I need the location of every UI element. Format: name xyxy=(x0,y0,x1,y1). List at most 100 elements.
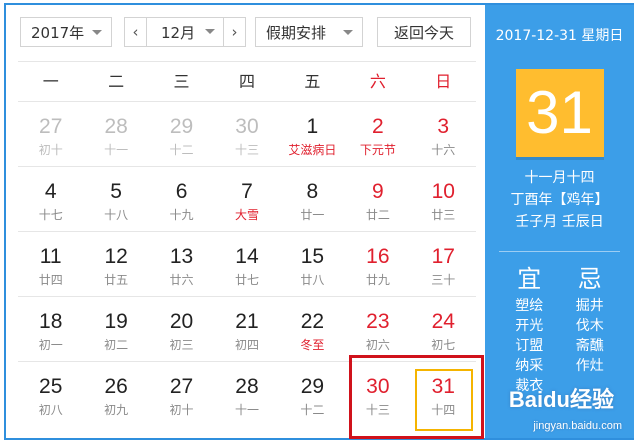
next-month-button[interactable]: › xyxy=(223,18,245,46)
day-number: 26 xyxy=(104,375,128,398)
day-cell[interactable]: 1 艾滋病日 xyxy=(280,102,345,166)
festival-label: 冬至 xyxy=(300,338,325,352)
lunar-day-label: 初三 xyxy=(169,338,194,352)
day-number: 7 xyxy=(241,180,253,203)
day-cell[interactable]: 30 十三 xyxy=(214,102,279,166)
day-cell[interactable]: 12 廿五 xyxy=(83,232,148,296)
day-cell[interactable]: 10 廿三 xyxy=(411,167,476,231)
day-number: 25 xyxy=(39,375,63,398)
yi-heading: 宜 xyxy=(517,265,542,293)
day-cell[interactable]: 26 初九 xyxy=(83,362,148,426)
calendar-widget: 2017年 ‹ 12月 › 假期安排 返回今天 一 二 三 四 五 六 日 27… xyxy=(4,3,634,440)
festival-label: 下元节 xyxy=(359,143,396,157)
day-cell[interactable]: 8 廿一 xyxy=(280,167,345,231)
day-number: 21 xyxy=(235,310,259,333)
ji-item: 斋醮 xyxy=(575,338,604,354)
day-cell[interactable]: 27 初十 xyxy=(18,102,83,166)
weekday-label: 二 xyxy=(108,72,125,91)
day-cell[interactable]: 4 十七 xyxy=(18,167,83,231)
week-row: 18 初一 19 初二 20 初三 21 初四 22 冬至 23 初六 24 初七 xyxy=(18,296,476,361)
day-number: 13 xyxy=(169,245,194,268)
day-cell[interactable]: 25 初八 xyxy=(18,362,83,426)
day-cell[interactable]: 29 十二 xyxy=(149,102,214,166)
day-cell[interactable]: 3 十六 xyxy=(411,102,476,166)
month-select-value: 12月 xyxy=(161,23,196,42)
day-cell[interactable]: 15 廿八 xyxy=(280,232,345,296)
day-number: 4 xyxy=(44,180,57,203)
ji-column: 忌 掘井 伐木 斋醮 作灶 xyxy=(565,262,615,396)
weekday-label: 三 xyxy=(173,72,190,91)
week-row: 11 廿四 12 廿五 13 廿六 14 廿七 15 廿八 16 廿九 17 三十 xyxy=(18,231,476,296)
day-cell[interactable]: 5 十八 xyxy=(83,167,148,231)
weekday-label: 一 xyxy=(42,72,59,91)
weekday-label: 四 xyxy=(238,72,255,91)
lunar-day-label: 三十 xyxy=(431,273,456,287)
day-cell[interactable]: 22 冬至 xyxy=(280,297,345,361)
prev-month-button[interactable]: ‹ xyxy=(125,18,147,46)
month-select[interactable]: 12月 xyxy=(147,18,223,46)
chevron-right-icon: › xyxy=(231,23,238,41)
day-cell[interactable]: 27 初十 xyxy=(149,362,214,426)
lunar-day-label: 廿八 xyxy=(300,273,325,287)
lunar-day-label: 十四 xyxy=(431,403,456,417)
lunar-day-label: 廿九 xyxy=(365,273,390,287)
day-cell[interactable]: 20 初三 xyxy=(149,297,214,361)
day-number: 24 xyxy=(431,310,455,333)
day-number: 15 xyxy=(300,245,325,268)
day-cell-selected[interactable]: 31 十四 xyxy=(411,362,476,431)
weekday-label: 六 xyxy=(369,72,386,91)
day-cell[interactable]: 2 下元节 xyxy=(345,102,410,166)
day-cell[interactable]: 28 十一 xyxy=(83,102,148,166)
day-cell[interactable]: 14 廿七 xyxy=(214,232,279,296)
baidu-watermark: Baidu经验 xyxy=(508,387,614,412)
day-cell[interactable]: 28 十一 xyxy=(214,362,279,426)
day-cell[interactable]: 23 初六 xyxy=(345,297,410,361)
day-cell[interactable]: 9 廿二 xyxy=(345,167,410,231)
back-to-today-button[interactable]: 返回今天 xyxy=(377,17,471,47)
yi-column: 宜 塑绘 开光 订盟 纳采 裁衣 xyxy=(504,262,554,396)
lunar-day-label: 十二 xyxy=(300,403,325,417)
holiday-select-value: 假期安排 xyxy=(266,23,327,42)
lunar-day-label: 廿七 xyxy=(234,273,259,287)
day-cell[interactable]: 16 廿九 xyxy=(345,232,410,296)
lunar-day-label: 十一 xyxy=(104,143,129,157)
day-cell[interactable]: 21 初四 xyxy=(214,297,279,361)
day-number: 14 xyxy=(235,245,259,268)
year-select[interactable]: 2017年 xyxy=(20,17,112,47)
day-cell[interactable]: 7 大雪 xyxy=(214,167,279,231)
day-cell[interactable]: 13 廿六 xyxy=(149,232,214,296)
day-cell[interactable]: 18 初一 xyxy=(18,297,83,361)
day-cell[interactable]: 17 三十 xyxy=(411,232,476,296)
yi-item: 订盟 xyxy=(515,338,544,354)
lunar-day-label: 初十 xyxy=(169,403,194,417)
year-select-value: 2017年 xyxy=(31,23,85,42)
month-selector: ‹ 12月 › xyxy=(124,17,246,47)
day-cell[interactable]: 11 廿四 xyxy=(18,232,83,296)
day-number: 29 xyxy=(300,375,325,398)
day-number: 29 xyxy=(169,115,194,138)
ganzhi-date: 壬子月 壬辰日 xyxy=(515,214,604,230)
day-cell[interactable]: 29 十二 xyxy=(280,362,345,426)
lunar-day-label: 十三 xyxy=(365,403,390,417)
day-number: 8 xyxy=(306,180,319,203)
holiday-select[interactable]: 假期安排 xyxy=(255,17,363,47)
day-cell[interactable]: 19 初二 xyxy=(83,297,148,361)
day-number: 31 xyxy=(431,375,455,398)
ji-item: 伐木 xyxy=(575,318,604,334)
day-number: 27 xyxy=(169,375,194,398)
day-number: 3 xyxy=(437,115,450,138)
day-number: 18 xyxy=(39,310,63,333)
lunar-day-label: 初八 xyxy=(38,403,63,417)
lunar-day-label: 十八 xyxy=(104,208,129,222)
day-cell[interactable]: 6 十九 xyxy=(149,167,214,231)
week-row: 25 初八 26 初九 27 初十 28 十一 29 十二 30 十三 31 十四 xyxy=(18,361,476,431)
day-cell[interactable]: 30 十三 xyxy=(345,362,410,426)
lunar-day-label: 初一 xyxy=(38,338,63,352)
lunar-day-label: 十三 xyxy=(234,143,259,157)
ji-heading: 忌 xyxy=(577,265,602,293)
weekday-label: 五 xyxy=(304,72,321,91)
selected-day-number: 31 xyxy=(515,69,604,157)
day-cell[interactable]: 24 初七 xyxy=(411,297,476,361)
day-number: 17 xyxy=(431,245,455,268)
day-number: 28 xyxy=(235,375,259,398)
